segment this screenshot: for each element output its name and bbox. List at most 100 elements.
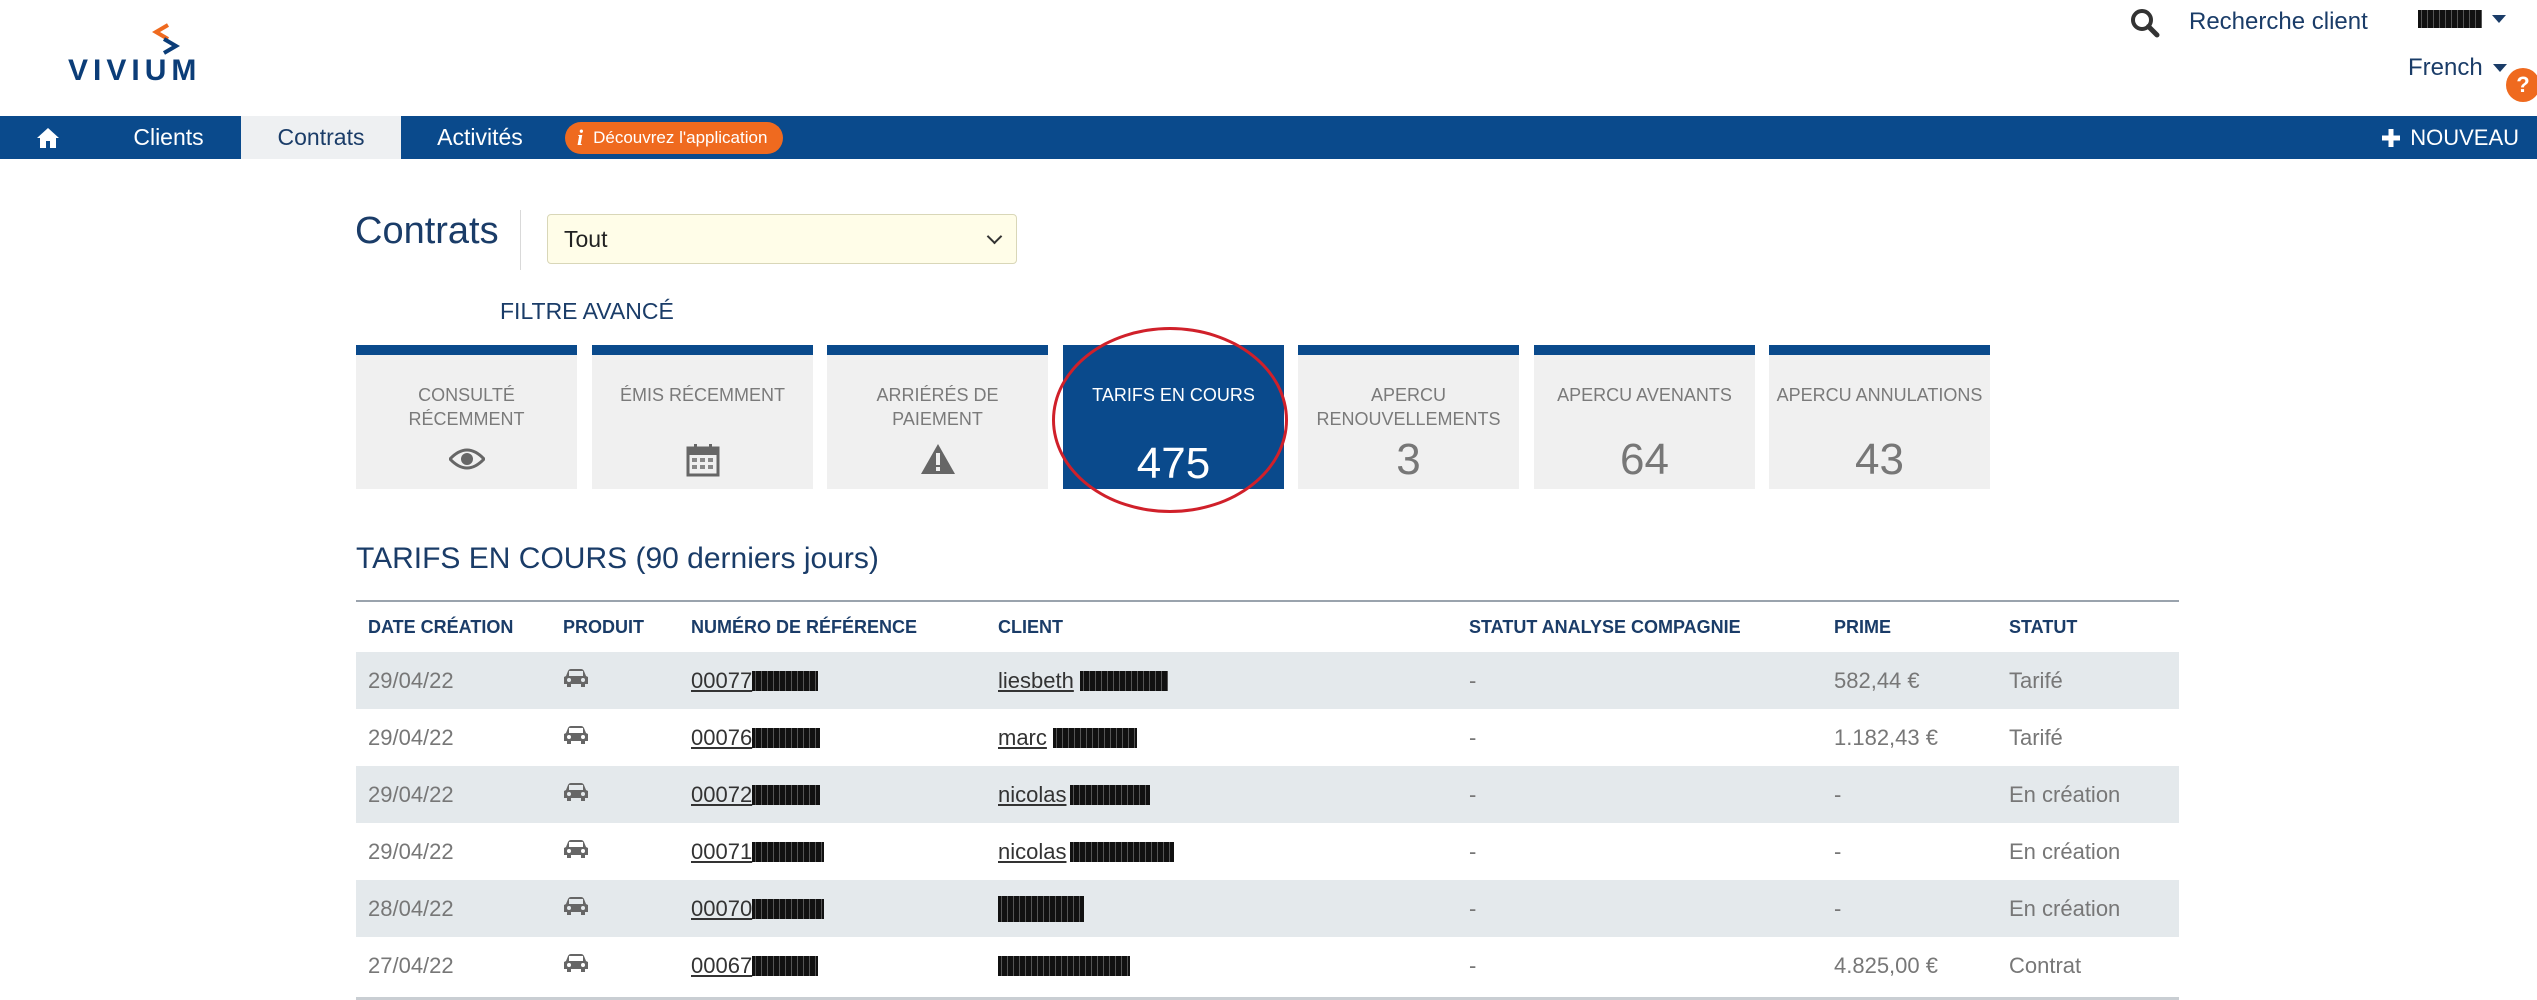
tile-recently-viewed[interactable]: CONSULTÉ RÉCEMMENT — [356, 345, 577, 489]
redacted-client-name — [998, 895, 1084, 922]
reference-link[interactable]: 00077 — [691, 668, 752, 694]
user-menu[interactable] — [2418, 10, 2506, 28]
warning-icon — [920, 444, 955, 474]
redacted-client-name — [1070, 784, 1151, 805]
client-link[interactable]: liesbeth — [998, 668, 1074, 694]
cell-date: 29/04/22 — [368, 667, 454, 693]
filter-select-value: Tout — [564, 225, 608, 252]
col-header-reference[interactable]: NUMÉRO DE RÉFÉRENCE — [691, 617, 998, 638]
nav-clients[interactable]: Clients — [96, 116, 241, 159]
car-icon — [564, 953, 588, 972]
tile-label: ARRIÉRÉS DE PAIEMENT — [876, 385, 999, 429]
cell-status: En création — [2009, 895, 2121, 921]
tile-recently-issued[interactable]: ÉMIS RÉCEMMENT — [592, 345, 813, 489]
logo-wordmark: VIVIUM — [68, 54, 202, 87]
calendar-icon — [686, 444, 719, 477]
search-icon[interactable] — [2130, 8, 2160, 38]
cell-status: Tarifé — [2009, 724, 2063, 750]
col-header-premium[interactable]: PRIME — [1834, 617, 2009, 638]
tile-renewals[interactable]: APERCU RENOUVELLEMENTS 3 — [1298, 345, 1519, 489]
tile-label: ÉMIS RÉCEMMENT — [619, 385, 785, 405]
redacted-reference — [752, 727, 821, 748]
tile-quotes-in-progress[interactable]: TARIFS EN COURS 475 — [1063, 345, 1284, 489]
tile-label: APERCU RENOUVELLEMENTS — [1316, 385, 1501, 429]
new-button-label: NOUVEAU — [2410, 124, 2519, 150]
table-row[interactable]: 29/04/22 00072 nicolas - - En création — [356, 766, 2179, 823]
redacted-client-name — [1070, 841, 1175, 862]
tile-count: 475 — [1136, 439, 1211, 488]
nav-contrats[interactable]: Contrats — [241, 116, 401, 159]
eye-icon — [448, 448, 485, 470]
cell-date: 29/04/22 — [368, 781, 454, 807]
col-header-client[interactable]: CLIENT — [998, 617, 1469, 638]
home-button[interactable] — [0, 116, 96, 159]
table-row[interactable]: 29/04/22 00077 liesbeth - 582,44 € Tarif… — [356, 652, 2179, 709]
col-header-date[interactable]: DATE CRÉATION — [356, 617, 563, 638]
col-header-analysis[interactable]: STATUT ANALYSE COMPAGNIE — [1469, 617, 1834, 638]
quotes-table: DATE CRÉATION PRODUIT NUMÉRO DE RÉFÉRENC… — [356, 600, 2179, 994]
cell-status: Contrat — [2009, 952, 2082, 978]
discover-app-button[interactable]: i Découvrez l'application — [565, 122, 784, 154]
col-header-status[interactable]: STATUT — [2009, 617, 2179, 638]
cell-premium: - — [1834, 781, 1842, 807]
contract-filter-select[interactable]: Tout — [547, 214, 1017, 264]
redacted-reference — [752, 898, 825, 919]
table-row[interactable]: 29/04/22 00076 marc - 1.182,43 € Tarifé — [356, 709, 2179, 766]
car-icon — [564, 782, 588, 801]
page-title: Contrats — [355, 210, 499, 252]
tile-count: 64 — [1620, 435, 1669, 484]
car-icon — [564, 668, 588, 687]
chevron-down-icon — [2492, 64, 2507, 72]
reference-link[interactable]: 00071 — [691, 839, 752, 865]
vivium-logo[interactable]: VIVIUM — [68, 22, 208, 88]
cell-date: 29/04/22 — [368, 724, 454, 750]
table-row[interactable]: 29/04/22 00071 nicolas - - En création — [356, 823, 2179, 880]
car-icon — [564, 896, 588, 915]
chevron-down-icon — [2492, 15, 2506, 23]
tile-count: 3 — [1396, 435, 1421, 484]
cell-status: En création — [2009, 838, 2121, 864]
cell-premium: - — [1834, 895, 1842, 921]
logo-mark-icon — [152, 23, 180, 55]
client-search-link[interactable]: Recherche client — [2189, 8, 2368, 36]
tile-payment-arrears[interactable]: ARRIÉRÉS DE PAIEMENT — [827, 345, 1048, 489]
reference-link[interactable]: 00067 — [691, 953, 752, 979]
cell-premium: 4.825,00 € — [1834, 952, 1938, 978]
cell-analysis: - — [1469, 895, 1477, 921]
redacted-client-name — [998, 955, 1130, 976]
nav-activites[interactable]: Activités — [401, 116, 559, 159]
tile-cancellations[interactable]: APERCU ANNULATIONS 43 — [1769, 345, 1990, 489]
table-row[interactable]: 27/04/22 00067 - 4.825,00 € Contrat — [356, 937, 2179, 994]
tile-amendments[interactable]: APERCU AVENANTS 64 — [1534, 345, 1755, 489]
tile-label: CONSULTÉ RÉCEMMENT — [408, 385, 525, 429]
redacted-reference — [752, 784, 821, 805]
tile-label: TARIFS EN COURS — [1092, 385, 1255, 405]
cell-date: 27/04/22 — [368, 952, 454, 978]
title-divider — [520, 210, 521, 270]
tile-label: APERCU AVENANTS — [1557, 385, 1732, 405]
cell-analysis: - — [1469, 781, 1477, 807]
new-button[interactable]: NOUVEAU — [2382, 116, 2519, 159]
plus-icon — [2382, 128, 2401, 147]
cell-premium: 582,44 € — [1834, 667, 1920, 693]
advanced-filter-link[interactable]: FILTRE AVANCÉ — [500, 298, 674, 325]
cell-analysis: - — [1469, 724, 1477, 750]
client-link[interactable]: marc — [998, 725, 1047, 751]
table-row[interactable]: 28/04/22 00070 - - En création — [356, 880, 2179, 937]
client-link[interactable]: nicolas — [998, 839, 1066, 865]
cell-premium: 1.182,43 € — [1834, 724, 1938, 750]
client-link[interactable]: nicolas — [998, 782, 1066, 808]
help-button[interactable]: ? — [2506, 68, 2537, 102]
col-header-product[interactable]: PRODUIT — [563, 617, 691, 638]
home-icon — [37, 127, 59, 148]
reference-link[interactable]: 00070 — [691, 896, 752, 922]
cell-status: Tarifé — [2009, 667, 2063, 693]
cell-date: 29/04/22 — [368, 838, 454, 864]
reference-link[interactable]: 00076 — [691, 725, 752, 751]
language-selector[interactable]: French — [2408, 54, 2507, 82]
chevron-down-icon — [986, 228, 1003, 244]
discover-app-label: Découvrez l'application — [593, 128, 768, 147]
redacted-client-name — [1079, 670, 1168, 691]
reference-link[interactable]: 00072 — [691, 782, 752, 808]
main-navbar: Clients Contrats Activités i Découvrez l… — [0, 116, 2537, 159]
